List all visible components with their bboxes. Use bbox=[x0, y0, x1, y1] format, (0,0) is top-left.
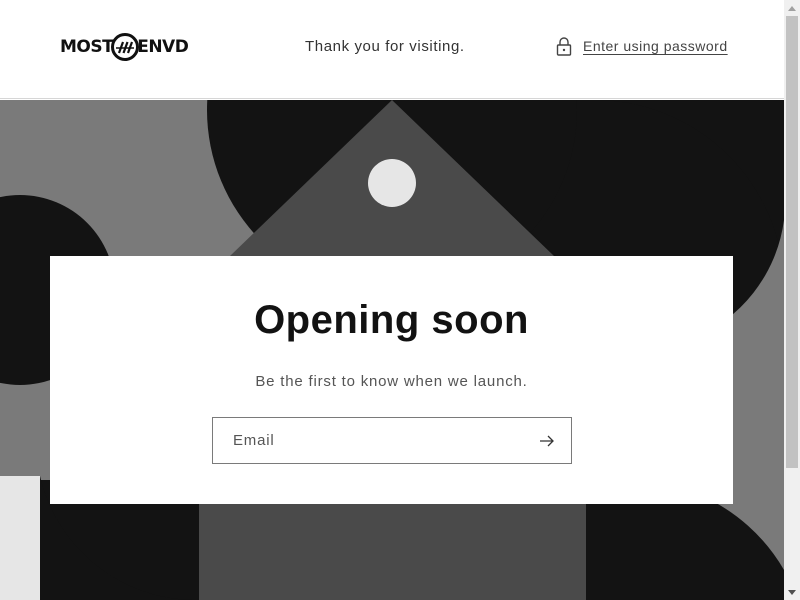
email-input[interactable] bbox=[213, 418, 523, 463]
subscribe-submit-button[interactable] bbox=[523, 418, 571, 463]
email-field bbox=[212, 417, 572, 464]
scrollbar-thumb[interactable] bbox=[786, 16, 798, 468]
arrow-right-icon bbox=[540, 435, 554, 446]
page: MOST ENVD Thank you for visiting. Enter … bbox=[0, 0, 784, 600]
logo-mark-icon bbox=[111, 33, 140, 61]
page-title: Opening soon bbox=[254, 298, 529, 342]
header-tagline: Thank you for visiting. bbox=[305, 38, 465, 55]
vertical-scrollbar[interactable] bbox=[784, 0, 800, 600]
newsletter-card: Opening soon Be the first to know when w… bbox=[50, 256, 733, 504]
lock-icon bbox=[556, 37, 572, 56]
scroll-up-arrow-icon[interactable] bbox=[784, 0, 800, 16]
enter-password-link[interactable]: Enter using password bbox=[555, 36, 728, 56]
site-logo[interactable]: MOST ENVD bbox=[60, 30, 189, 64]
page-subtitle: Be the first to know when we launch. bbox=[255, 373, 528, 390]
logo-text-left: MOST bbox=[60, 37, 114, 57]
scroll-down-arrow-icon[interactable] bbox=[784, 584, 800, 600]
enter-password-label: Enter using password bbox=[583, 38, 728, 54]
logo-text-right: ENVD bbox=[137, 37, 189, 57]
site-header: MOST ENVD Thank you for visiting. Enter … bbox=[0, 0, 784, 99]
